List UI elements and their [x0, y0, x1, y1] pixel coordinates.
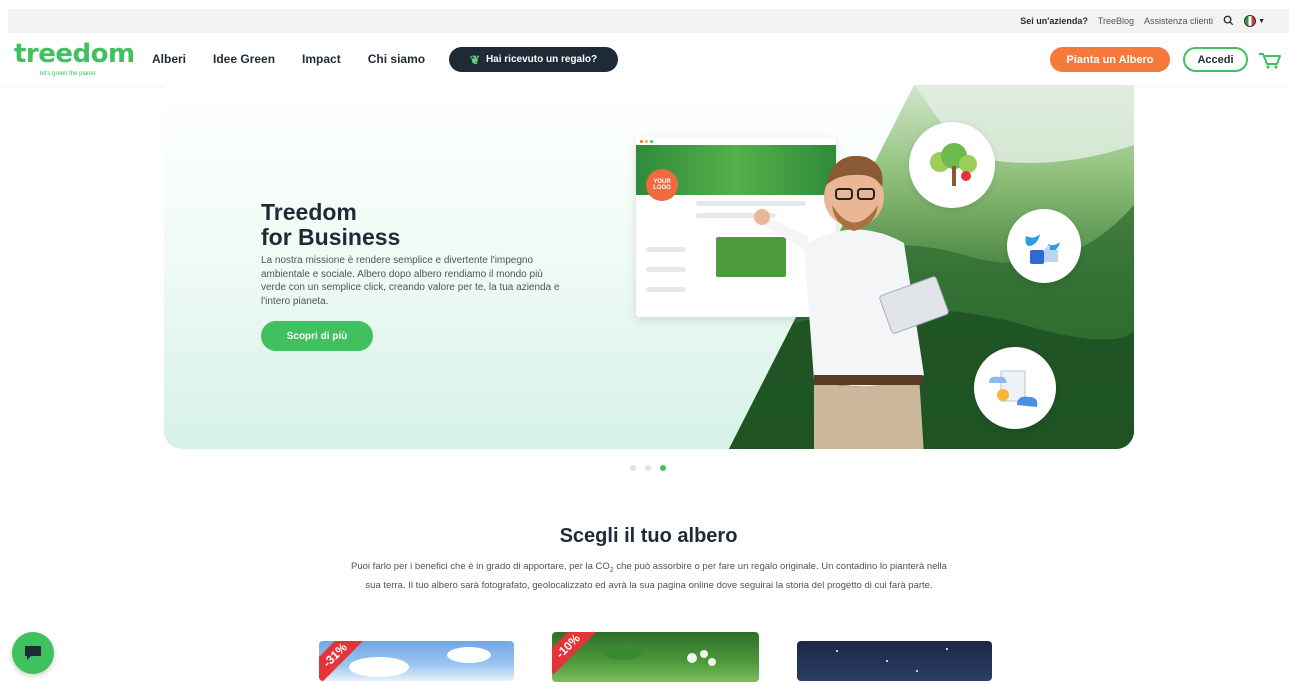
night-sky-image — [836, 648, 948, 672]
carousel-indicators — [630, 465, 666, 471]
login-button[interactable]: Accedi — [1183, 47, 1248, 72]
main-menu: Alberi Idee Green Impact Chi siamo — [152, 52, 425, 66]
carousel-dot-3[interactable] — [660, 465, 666, 471]
treeblog-link[interactable]: TreeBlog — [1098, 16, 1134, 26]
menu-item-chi-siamo[interactable]: Chi siamo — [368, 52, 425, 66]
carousel-dot-1[interactable] — [630, 465, 636, 471]
mockup-your-logo: YOUR LOGO — [646, 169, 678, 201]
menu-item-idee-green[interactable]: Idee Green — [213, 52, 275, 66]
certificate-cloud-bubble-icon — [974, 347, 1056, 429]
carousel-dot-2[interactable] — [645, 465, 651, 471]
window-dots — [640, 140, 653, 143]
cart-icon[interactable] — [1258, 51, 1282, 69]
logo-tagline: let's green the planet — [40, 71, 96, 77]
trees-bubble-icon — [909, 122, 995, 208]
section-title: Scegli il tuo albero — [559, 525, 738, 547]
hero-description: La nostra missione è rendere semplice e … — [261, 255, 560, 307]
chat-button[interactable] — [12, 632, 54, 674]
social-media-bubble-icon — [1007, 209, 1081, 283]
italy-flag-icon — [1244, 15, 1257, 27]
support-link[interactable]: Assistenza clienti — [1144, 16, 1213, 26]
gift-received-button[interactable]: ❦ Hai ricevuto un regalo? — [449, 47, 618, 72]
sprout-icon: ❦ — [469, 52, 480, 67]
hero-title-line2: for Business — [261, 224, 401, 250]
language-selector[interactable]: ▼ — [1244, 15, 1265, 27]
menu-item-impact[interactable]: Impact — [302, 52, 341, 66]
menu-item-alberi[interactable]: Alberi — [152, 52, 186, 66]
tree-card[interactable]: -31% — [319, 641, 514, 681]
utility-bar: Sei un'azienda? TreeBlog Assistenza clie… — [8, 9, 1289, 33]
treedom-logo[interactable]: treedom let's green the planet — [14, 39, 135, 77]
hero-title-line1: Treedom — [261, 199, 357, 225]
hero-carousel: Treedom for Business La nostra missione … — [164, 85, 1134, 449]
tree-card[interactable] — [797, 641, 992, 681]
chat-bubble-icon — [25, 646, 41, 660]
business-link[interactable]: Sei un'azienda? — [1020, 16, 1088, 26]
section-description: Puoi farlo per i benefici che è in grado… — [351, 561, 947, 591]
discover-more-button[interactable]: Scopri di più — [261, 321, 373, 351]
main-navigation: treedom let's green the planet Alberi Id… — [0, 33, 1289, 85]
plant-tree-button[interactable]: Pianta un Albero — [1050, 47, 1170, 72]
chevron-down-icon: ▼ — [1258, 17, 1265, 25]
logo-wordmark: treedom — [14, 39, 135, 69]
tree-card[interactable]: -10% — [552, 632, 759, 682]
gift-button-label: Hai ricevuto un regalo? — [485, 54, 598, 65]
hero-title: Treedom for Business — [261, 200, 400, 250]
search-icon[interactable] — [1223, 15, 1234, 28]
